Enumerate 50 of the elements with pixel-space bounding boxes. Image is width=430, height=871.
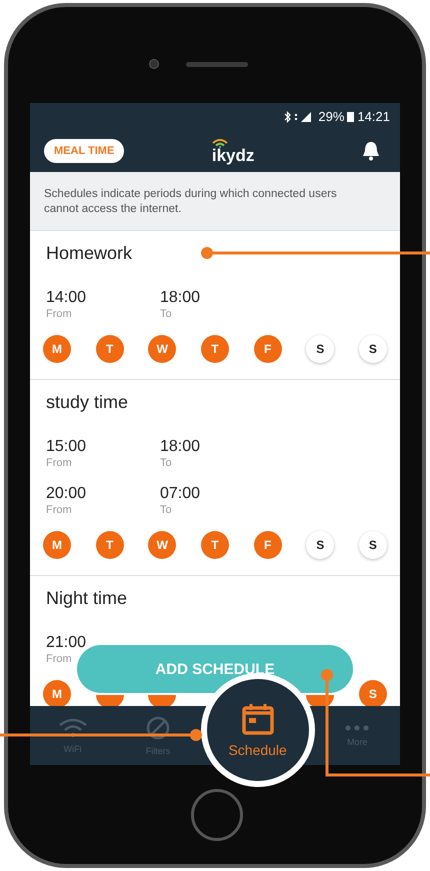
day-toggle[interactable]: S — [358, 680, 387, 706]
to-time: 07:00 — [160, 484, 202, 504]
signal-icons — [283, 110, 314, 122]
battery-percent: 29% — [318, 109, 344, 124]
day-toggle[interactable] — [96, 695, 124, 706]
day-toggle[interactable]: S — [306, 531, 334, 559]
from-time: 15:00 — [46, 437, 88, 457]
from-label: From — [46, 504, 73, 517]
to-time: 18:00 — [160, 437, 202, 457]
to-label: To — [160, 308, 173, 321]
more-icon — [345, 724, 370, 730]
bell-icon[interactable] — [362, 141, 380, 161]
mode-badge[interactable]: MEAL TIME — [44, 139, 124, 163]
day-toggle[interactable]: M — [43, 680, 71, 706]
schedule-name: Night time — [46, 588, 128, 609]
camera-icon — [149, 59, 159, 69]
schedule-name: study time — [46, 392, 128, 413]
from-label: From — [46, 457, 73, 470]
day-toggle[interactable]: W — [148, 335, 176, 363]
day-toggle[interactable]: T — [96, 531, 124, 559]
day-toggle[interactable]: T — [200, 335, 229, 363]
day-toggle[interactable]: S — [358, 531, 387, 559]
day-toggle[interactable]: M — [43, 531, 71, 559]
from-label: From — [46, 653, 73, 666]
from-time: 20:00 — [46, 484, 88, 504]
to-time: 18:00 — [160, 288, 202, 308]
day-toggle[interactable]: S — [306, 335, 334, 363]
day-toggle[interactable] — [148, 695, 176, 706]
day-toggle[interactable]: W — [148, 531, 176, 559]
home-button[interactable] — [191, 789, 243, 841]
from-label: From — [46, 308, 73, 321]
day-toggle[interactable]: T — [96, 335, 124, 363]
to-label: To — [160, 504, 173, 517]
wifi-logo-icon — [212, 138, 228, 148]
calendar-icon — [240, 702, 275, 736]
day-toggle[interactable]: F — [254, 335, 282, 363]
schedule-name: Homework — [46, 243, 132, 264]
day-toggle[interactable]: T — [200, 531, 229, 559]
clock-time: 14:21 — [357, 109, 390, 124]
info-notice: Schedules indicate periods during which connected users cannot access the internet. — [30, 172, 400, 231]
speaker-icon — [186, 62, 248, 67]
app-logo: ikydz — [212, 148, 254, 164]
to-label: To — [160, 457, 173, 470]
day-toggle[interactable]: F — [254, 531, 282, 559]
day-toggle[interactable]: M — [43, 335, 71, 363]
wifi-icon — [58, 718, 88, 738]
day-toggle[interactable]: S — [358, 335, 387, 363]
from-time: 14:00 — [46, 288, 88, 308]
battery-icon — [347, 111, 354, 122]
prohibited-icon — [146, 716, 170, 740]
